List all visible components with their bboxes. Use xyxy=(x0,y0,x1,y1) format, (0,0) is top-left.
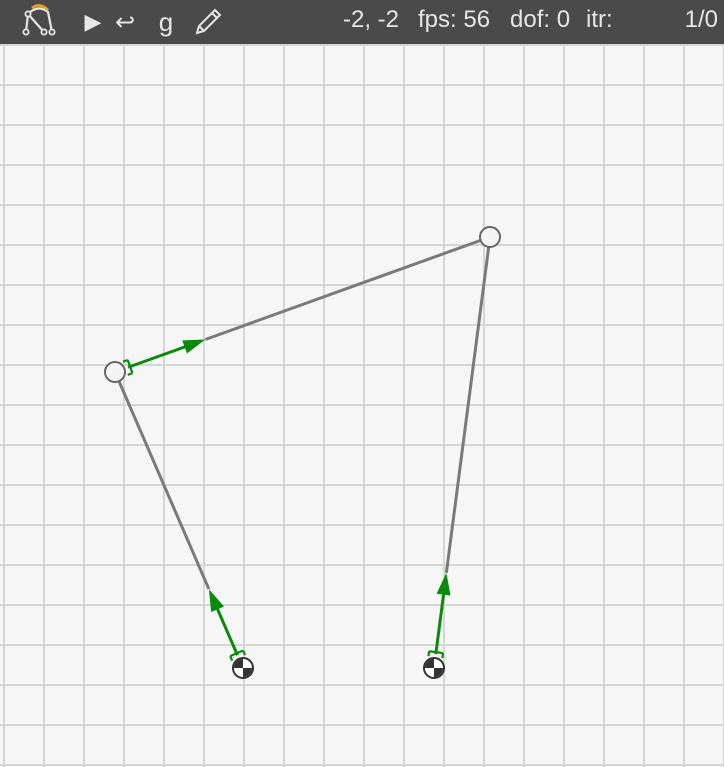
pencil-icon[interactable] xyxy=(190,0,226,44)
joint-node-a[interactable] xyxy=(104,361,126,383)
toolbar: ▶ ↩ g -2, -2 fps: 56 dof: 0 itr: 1/0 xyxy=(0,0,724,44)
coordinates-readout: -2, -2 xyxy=(343,6,400,33)
joint-node-b[interactable] xyxy=(479,226,501,248)
base-node-b0[interactable] xyxy=(423,657,445,679)
dof-readout: dof: 0 xyxy=(510,6,571,33)
iterations-readout: itr: xyxy=(586,6,613,33)
model-canvas[interactable] xyxy=(0,44,724,767)
step-counter: 1/0 xyxy=(684,6,718,33)
undo-icon[interactable]: ↩ xyxy=(108,0,142,44)
linkage-logo-icon[interactable] xyxy=(16,0,60,44)
play-icon[interactable]: ▶ xyxy=(80,0,106,44)
gravity-toggle[interactable]: g xyxy=(152,0,180,46)
fps-readout: fps: 56 xyxy=(418,6,491,33)
base-node-a0[interactable] xyxy=(232,657,254,679)
